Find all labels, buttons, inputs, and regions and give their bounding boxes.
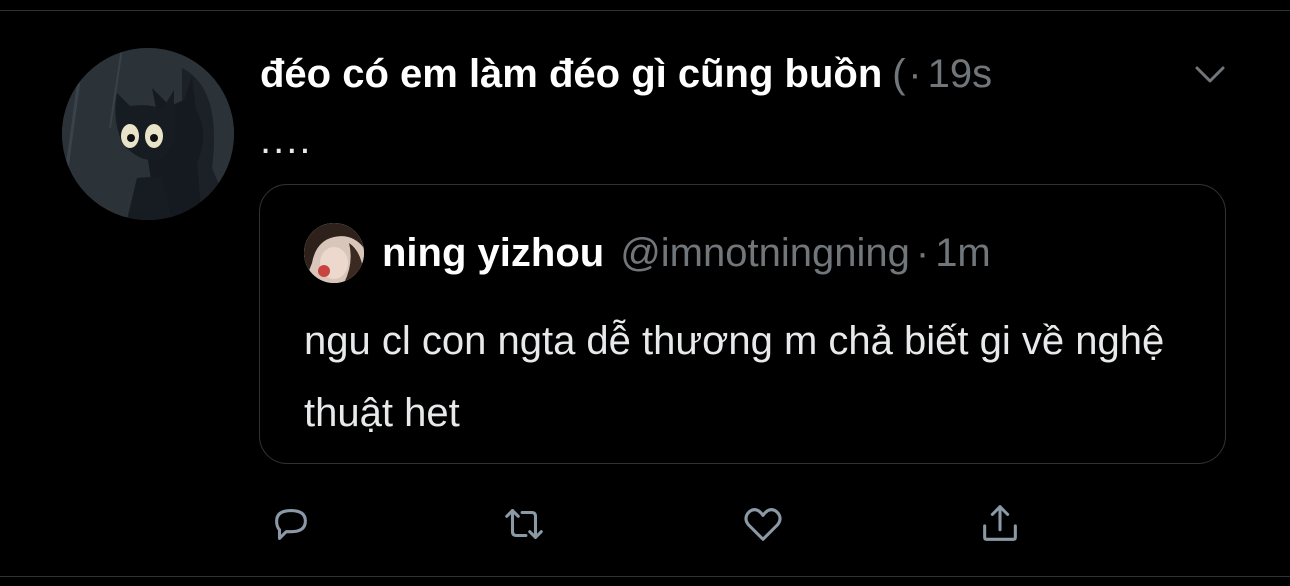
tweet-timestamp[interactable]: 19s	[928, 52, 993, 97]
like-icon[interactable]	[735, 496, 791, 552]
quoted-tweet-text: ngu cl con ngta dễ thương m chả biết gi …	[304, 319, 1165, 435]
author-avatar[interactable]	[62, 48, 234, 220]
quoted-tweet-timestamp[interactable]: 1m	[935, 231, 991, 276]
quoted-tweet-header: ning yizhou @imnotningning · 1m	[382, 227, 991, 279]
more-caret-icon[interactable]	[1192, 56, 1228, 92]
quoted-header-separator: ·	[915, 230, 930, 275]
quoted-author-display-name[interactable]: ning yizhou	[382, 231, 604, 276]
reply-icon[interactable]	[263, 496, 319, 552]
top-divider	[0, 10, 1290, 11]
share-icon[interactable]	[972, 496, 1028, 552]
bottom-divider	[0, 576, 1290, 577]
quoted-tweet-card[interactable]: ning yizhou @imnotningning · 1m ngu cl c…	[259, 184, 1226, 464]
quoted-author-avatar[interactable]	[304, 223, 364, 283]
author-display-name[interactable]: đéo có em làm đéo gì cũng buồn	[260, 52, 882, 97]
header-separator: ·	[908, 51, 922, 96]
tweet-text: ....	[260, 118, 313, 162]
tweet-action-bar	[0, 496, 1290, 552]
quoted-avatar-image	[304, 223, 364, 283]
tweet-header: đéo có em làm đéo gì cũng buồn ( · 19s	[260, 46, 1240, 102]
quoted-author-handle[interactable]: @imnotningning	[620, 231, 910, 276]
author-handle[interactable]: (	[892, 52, 906, 97]
retweet-icon[interactable]	[496, 496, 552, 552]
cat-avatar-image	[62, 48, 234, 220]
